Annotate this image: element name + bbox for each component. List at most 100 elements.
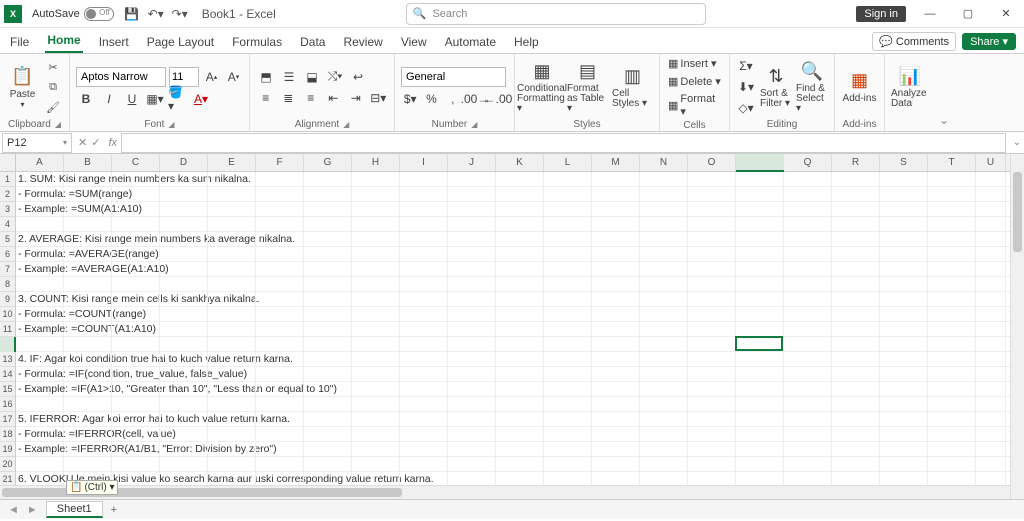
insert-cells-button[interactable]: ▦ Insert ▾ bbox=[666, 56, 723, 71]
cell[interactable] bbox=[640, 382, 688, 396]
minimize-button[interactable]: — bbox=[916, 8, 944, 20]
cell[interactable] bbox=[736, 367, 784, 381]
cell[interactable] bbox=[880, 397, 928, 411]
tab-data[interactable]: Data bbox=[298, 31, 327, 53]
cell[interactable] bbox=[496, 397, 544, 411]
cell[interactable] bbox=[496, 247, 544, 261]
cell[interactable] bbox=[832, 277, 880, 291]
cell[interactable] bbox=[352, 367, 400, 381]
cell[interactable] bbox=[112, 202, 160, 216]
vertical-scrollbar[interactable] bbox=[1010, 154, 1024, 499]
cell[interactable] bbox=[640, 352, 688, 366]
cell[interactable] bbox=[976, 352, 1006, 366]
tab-formulas[interactable]: Formulas bbox=[230, 31, 284, 53]
orientation-icon[interactable]: ⤭▾ bbox=[325, 68, 345, 86]
col-header-D[interactable]: D bbox=[160, 154, 208, 171]
cell[interactable] bbox=[688, 367, 736, 381]
cell[interactable] bbox=[928, 202, 976, 216]
cell[interactable] bbox=[64, 277, 112, 291]
cell[interactable] bbox=[208, 322, 256, 336]
cell[interactable] bbox=[304, 202, 352, 216]
cell[interactable] bbox=[736, 427, 784, 441]
cell[interactable] bbox=[880, 277, 928, 291]
cell[interactable] bbox=[736, 412, 784, 426]
cell[interactable] bbox=[880, 457, 928, 471]
analyze-data-button[interactable]: 📊Analyze Data bbox=[891, 66, 929, 109]
tab-insert[interactable]: Insert bbox=[97, 31, 131, 53]
cell[interactable] bbox=[784, 442, 832, 456]
cell[interactable] bbox=[784, 337, 832, 351]
cell[interactable] bbox=[304, 187, 352, 201]
format-as-table-button[interactable]: ▤Format as Table ▾ bbox=[567, 61, 608, 114]
sheet-nav-prev-icon[interactable]: ◄ bbox=[8, 504, 19, 516]
col-header-I[interactable]: I bbox=[400, 154, 448, 171]
cell[interactable] bbox=[928, 427, 976, 441]
cell[interactable] bbox=[832, 337, 880, 351]
cell[interactable] bbox=[64, 217, 112, 231]
italic-button[interactable]: I bbox=[99, 90, 119, 108]
cell[interactable] bbox=[832, 247, 880, 261]
number-dialog-launcher[interactable]: ◢ bbox=[471, 120, 477, 129]
cell[interactable] bbox=[352, 172, 400, 186]
cell[interactable] bbox=[496, 187, 544, 201]
cell[interactable] bbox=[208, 367, 256, 381]
cell[interactable] bbox=[112, 292, 160, 306]
cell[interactable] bbox=[688, 202, 736, 216]
cell[interactable] bbox=[976, 472, 1006, 486]
cell[interactable] bbox=[880, 217, 928, 231]
cell[interactable] bbox=[928, 412, 976, 426]
cell[interactable] bbox=[256, 262, 304, 276]
cell[interactable] bbox=[160, 352, 208, 366]
cell[interactable] bbox=[640, 427, 688, 441]
cell[interactable] bbox=[64, 187, 112, 201]
cell[interactable]: 6. VLOOKU le mein kisi value ko search k… bbox=[16, 472, 64, 486]
cell[interactable] bbox=[736, 322, 784, 336]
cell[interactable] bbox=[784, 202, 832, 216]
cell[interactable] bbox=[928, 322, 976, 336]
cell[interactable] bbox=[304, 442, 352, 456]
cell[interactable] bbox=[544, 367, 592, 381]
font-size-combo[interactable] bbox=[169, 67, 199, 87]
col-header-B[interactable]: B bbox=[64, 154, 112, 171]
cell[interactable]: - Formula: =IF(condition, true_value, fa… bbox=[16, 367, 64, 381]
cell[interactable] bbox=[832, 472, 880, 486]
cell[interactable] bbox=[736, 202, 784, 216]
cell[interactable] bbox=[160, 172, 208, 186]
cell[interactable] bbox=[160, 427, 208, 441]
cell[interactable] bbox=[160, 367, 208, 381]
cell[interactable] bbox=[688, 217, 736, 231]
cell[interactable] bbox=[880, 187, 928, 201]
format-cells-button[interactable]: ▦ Format ▾ bbox=[666, 92, 723, 119]
cell[interactable] bbox=[352, 202, 400, 216]
cell[interactable] bbox=[352, 337, 400, 351]
cell[interactable] bbox=[256, 442, 304, 456]
cell[interactable] bbox=[496, 352, 544, 366]
cell[interactable] bbox=[592, 292, 640, 306]
cell[interactable] bbox=[928, 172, 976, 186]
cell[interactable] bbox=[736, 442, 784, 456]
cell[interactable] bbox=[256, 247, 304, 261]
cell[interactable] bbox=[640, 202, 688, 216]
cell[interactable] bbox=[256, 412, 304, 426]
cell[interactable] bbox=[832, 367, 880, 381]
addins-button[interactable]: ▦Add-ins bbox=[841, 70, 878, 104]
cell[interactable] bbox=[784, 247, 832, 261]
cell[interactable] bbox=[928, 457, 976, 471]
row-header-7[interactable]: 7 bbox=[0, 262, 15, 277]
row-header-17[interactable]: 17 bbox=[0, 412, 15, 427]
cell[interactable] bbox=[544, 217, 592, 231]
cell[interactable] bbox=[304, 472, 352, 486]
cell[interactable] bbox=[448, 397, 496, 411]
cell[interactable] bbox=[256, 322, 304, 336]
cell[interactable] bbox=[112, 322, 160, 336]
cell[interactable] bbox=[496, 277, 544, 291]
cell[interactable] bbox=[544, 352, 592, 366]
cell[interactable] bbox=[880, 367, 928, 381]
cell[interactable] bbox=[112, 217, 160, 231]
cell[interactable] bbox=[160, 337, 208, 351]
cell[interactable] bbox=[160, 217, 208, 231]
cell[interactable] bbox=[256, 472, 304, 486]
cell[interactable] bbox=[208, 217, 256, 231]
cell[interactable] bbox=[112, 412, 160, 426]
col-header-N[interactable]: N bbox=[640, 154, 688, 171]
